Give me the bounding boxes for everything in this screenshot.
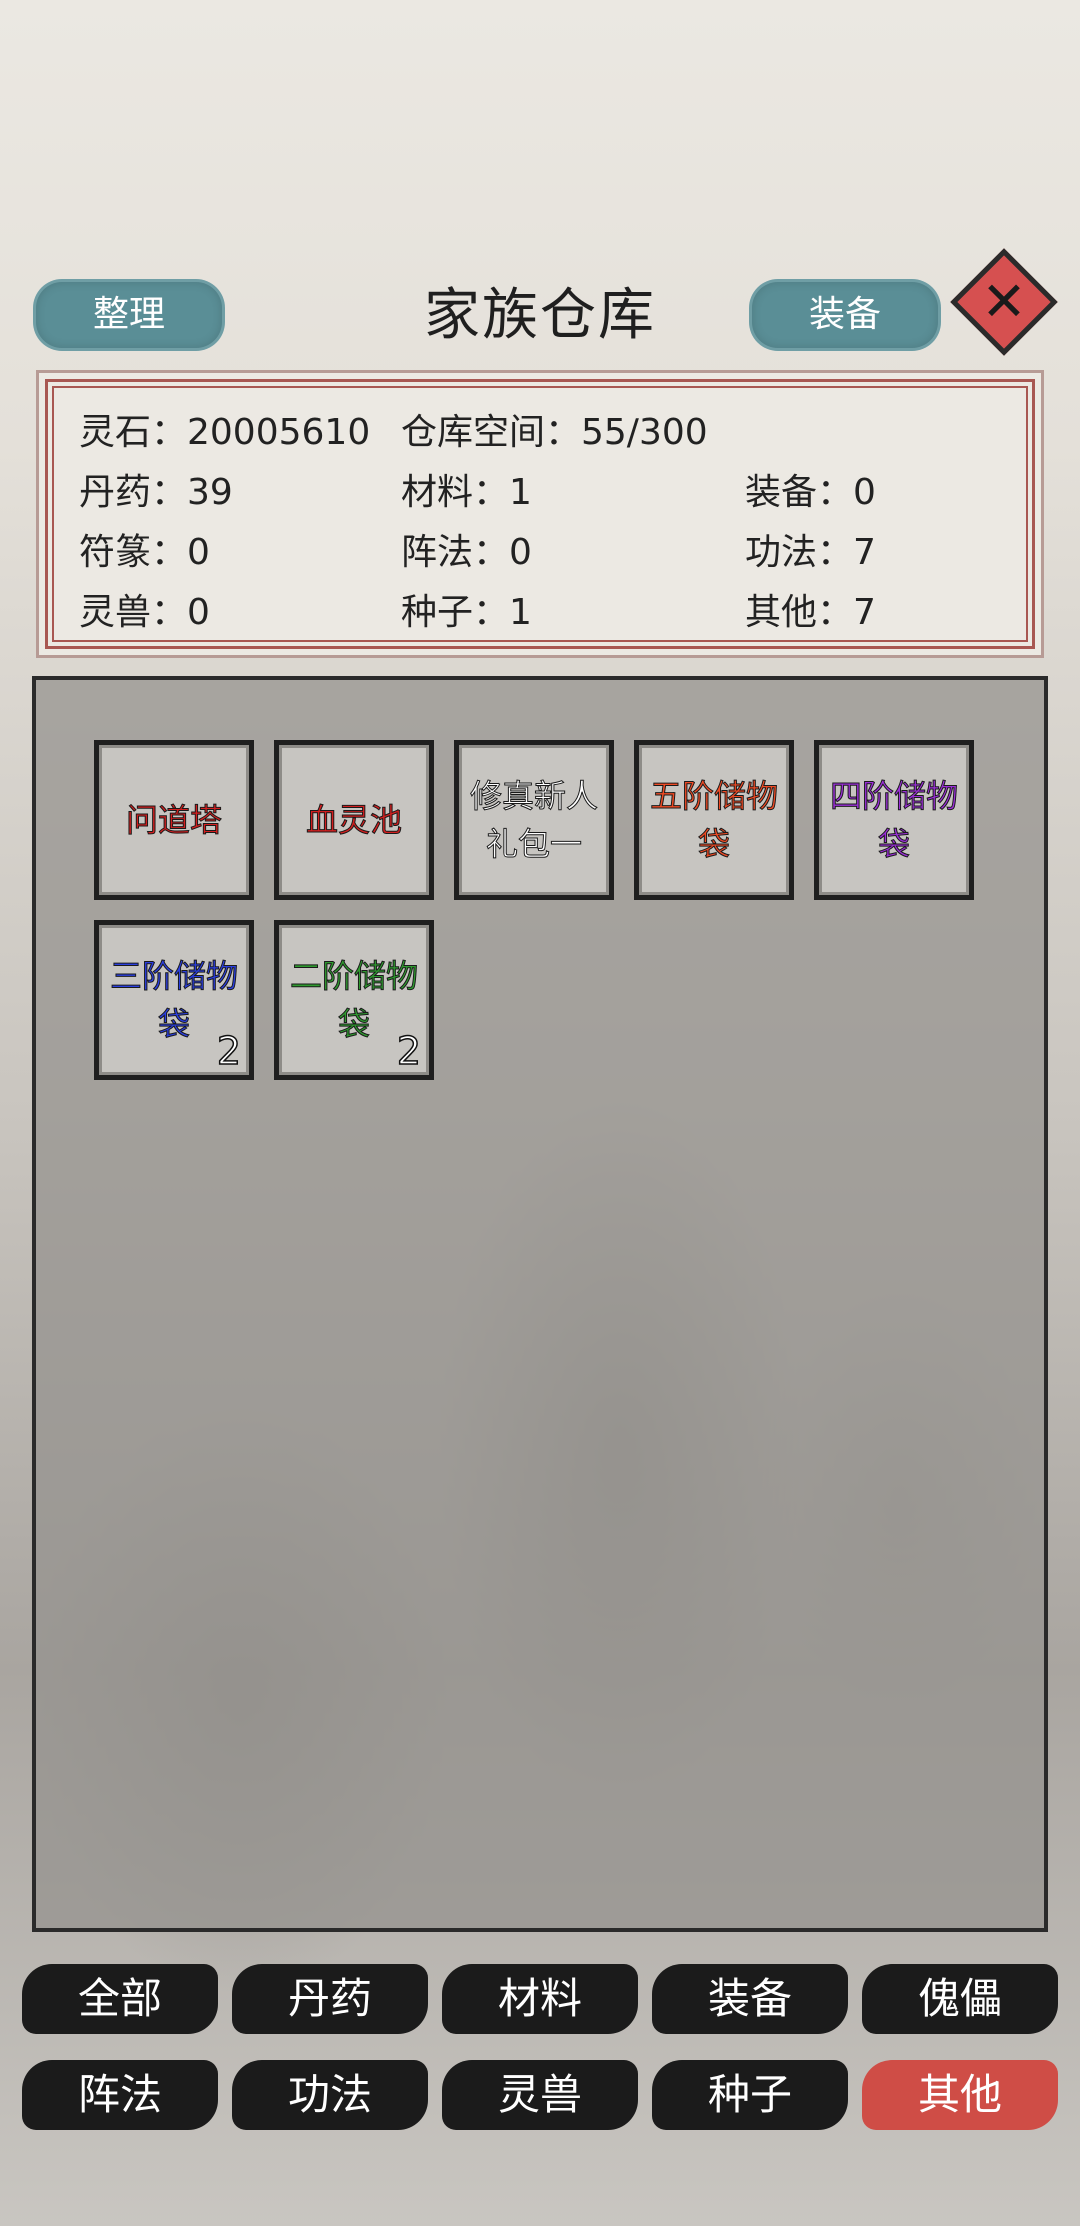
close-icon[interactable]: ✕ — [966, 264, 1042, 340]
item-slot[interactable]: 问道塔 — [94, 740, 254, 900]
item-name: 问道塔 — [125, 801, 222, 840]
tab-puppets[interactable]: 傀儡 — [862, 1964, 1058, 2034]
item-name: 血灵池 — [305, 801, 402, 840]
talismans-count: 符篆：0 — [79, 532, 210, 573]
storage-info-panel: 灵石：20005610 仓库空间：55/300 丹药：39 材料：1 装备：0 … — [36, 370, 1044, 658]
techniques-count: 功法：7 — [745, 532, 876, 573]
tab-techniques[interactable]: 功法 — [232, 2060, 428, 2130]
spirit-beasts-count: 灵兽：0 — [79, 592, 210, 633]
tab-all[interactable]: 全部 — [22, 1964, 218, 2034]
item-count: 2 — [216, 1028, 242, 1074]
item-name: 修真新人礼包一 — [469, 777, 598, 864]
materials-count: 材料：1 — [401, 472, 532, 513]
storage-space-value: 仓库空间：55/300 — [401, 412, 708, 453]
tab-formations[interactable]: 阵法 — [22, 2060, 218, 2130]
tab-spirit-beasts[interactable]: 灵兽 — [442, 2060, 638, 2130]
others-count: 其他：7 — [745, 592, 876, 633]
item-slot[interactable]: 修真新人礼包一 — [454, 740, 614, 900]
item-slot[interactable]: 五阶储物袋 — [634, 740, 794, 900]
tab-seeds[interactable]: 种子 — [652, 2060, 848, 2130]
equipment-count: 装备：0 — [745, 472, 876, 513]
item-slot[interactable]: 四阶储物袋 — [814, 740, 974, 900]
item-slot[interactable]: 血灵池 — [274, 740, 434, 900]
seeds-count: 种子：1 — [401, 592, 532, 633]
item-name: 四阶储物袋 — [829, 777, 958, 864]
tab-pills[interactable]: 丹药 — [232, 1964, 428, 2034]
pills-count: 丹药：39 — [79, 472, 233, 513]
item-name: 五阶储物袋 — [649, 777, 778, 864]
spirit-stones-value: 灵石：20005610 — [79, 412, 371, 453]
page-title: 家族仓库 — [424, 283, 656, 348]
tab-materials[interactable]: 材料 — [442, 1964, 638, 2034]
tab-equipment[interactable]: 装备 — [652, 1964, 848, 2034]
equip-button[interactable]: 装备 — [752, 282, 938, 348]
tab-others[interactable]: 其他 — [862, 2060, 1058, 2130]
formations-count: 阵法：0 — [401, 532, 532, 573]
item-slot[interactable]: 二阶储物袋 2 — [274, 920, 434, 1080]
item-slot[interactable]: 三阶储物袋 2 — [94, 920, 254, 1080]
sort-button[interactable]: 整理 — [36, 282, 222, 348]
item-count: 2 — [396, 1028, 422, 1074]
item-grid: 问道塔 血灵池 修真新人礼包一 五阶储物袋 四阶储物袋 三阶储物袋 2 二阶储物… — [32, 676, 1048, 1932]
